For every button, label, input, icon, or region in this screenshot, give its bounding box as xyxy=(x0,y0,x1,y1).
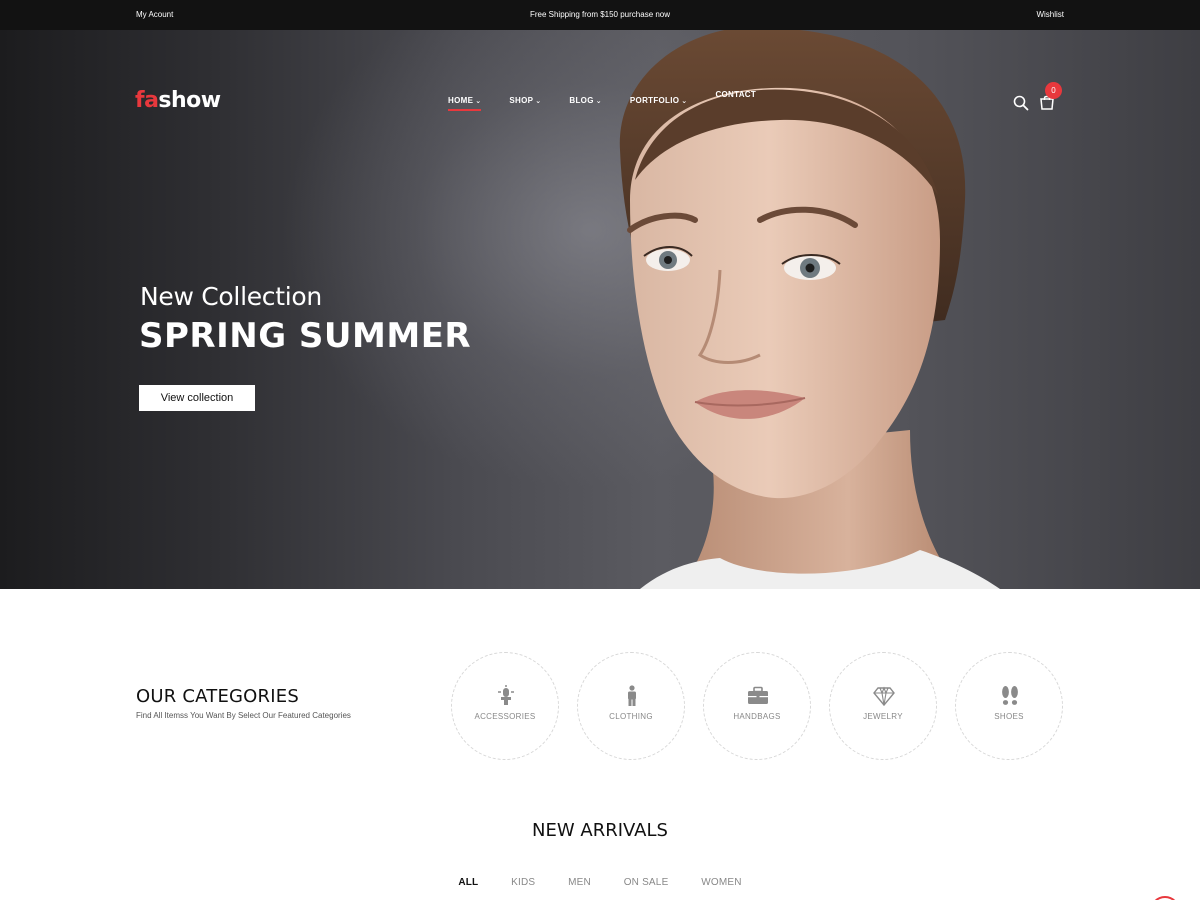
nav-portfolio[interactable]: PORTFOLIO ⌄ xyxy=(630,96,688,111)
briefcase-icon xyxy=(748,686,768,704)
nav-home[interactable]: HOME ⌄ xyxy=(448,96,482,111)
filter-kids[interactable]: KIDS xyxy=(511,877,535,888)
arrivals-filter-tabs: ALL KIDS MEN ON SALE WOMEN xyxy=(0,877,1200,888)
wishlist-link[interactable]: Wishlist xyxy=(1036,10,1064,19)
chevron-down-icon: ⌄ xyxy=(535,98,542,105)
category-handbags[interactable]: HANDBAGS xyxy=(703,652,811,760)
hero-title: SPRING SUMMER xyxy=(139,316,472,356)
logo-prefix: fa xyxy=(135,88,159,113)
category-clothing[interactable]: CLOTHING xyxy=(577,652,685,760)
logo-suffix: show xyxy=(158,88,221,113)
filter-men[interactable]: MEN xyxy=(568,877,591,888)
nav-contact-label: CONTACT xyxy=(715,90,757,99)
shipping-promo: Free Shipping from $150 purchase now xyxy=(529,10,671,19)
view-collection-button[interactable]: View collection xyxy=(139,385,255,411)
footprints-icon xyxy=(1002,686,1018,705)
category-label: CLOTHING xyxy=(609,712,653,721)
hero-model-image xyxy=(619,30,1000,589)
nav-portfolio-label: PORTFOLIO xyxy=(629,96,680,105)
category-label: JEWELRY xyxy=(863,712,903,721)
categories-title: OUR CATEGORIES xyxy=(136,686,299,707)
chevron-down-icon: ⌄ xyxy=(681,98,688,105)
filter-on-sale[interactable]: ON SALE xyxy=(624,877,669,888)
nav-shop[interactable]: SHOP ⌄ xyxy=(509,96,541,111)
category-shoes[interactable]: SHOES xyxy=(955,652,1063,760)
filter-all[interactable]: ALL xyxy=(458,877,478,888)
hero-subtitle: New Collection xyxy=(140,282,322,311)
person-icon xyxy=(628,685,636,706)
main-nav: HOME ⌄ SHOP ⌄ BLOG ⌄ PORTFOLIO ⌄ CONTACT xyxy=(448,90,784,111)
lamp-icon xyxy=(498,685,514,705)
category-accessories[interactable]: ACCESSORIES xyxy=(451,652,559,760)
search-icon[interactable] xyxy=(1013,95,1029,111)
chevron-down-icon: ⌄ xyxy=(475,98,482,105)
category-label: HANDBAGS xyxy=(733,712,781,721)
category-label: ACCESSORIES xyxy=(474,712,536,721)
nav-blog-label: BLOG xyxy=(569,96,594,105)
category-label: SHOES xyxy=(994,712,1024,721)
new-arrivals-title: NEW ARRIVALS xyxy=(532,820,668,841)
diamond-icon xyxy=(873,686,895,707)
nav-blog[interactable]: BLOG ⌄ xyxy=(569,96,601,111)
chevron-down-icon: ⌄ xyxy=(595,98,602,105)
hero-slider: fashow HOME ⌄ SHOP ⌄ BLOG ⌄ PORTFOLIO ⌄ CONT… xyxy=(0,30,1200,589)
categories-description: Find All Itemss You Want By Select Our F… xyxy=(136,711,351,720)
site-logo[interactable]: fashow xyxy=(135,88,221,113)
nav-home-label: HOME xyxy=(448,96,474,105)
category-jewelry[interactable]: JEWELRY xyxy=(829,652,937,760)
scroll-to-top-button[interactable] xyxy=(1150,896,1180,900)
nav-shop-label: SHOP xyxy=(509,96,534,105)
filter-women[interactable]: WOMEN xyxy=(701,877,741,888)
cart-count-badge: 0 xyxy=(1045,82,1062,99)
nav-contact[interactable]: CONTACT xyxy=(715,90,756,111)
top-bar: My Acount Free Shipping from $150 purcha… xyxy=(0,0,1200,30)
